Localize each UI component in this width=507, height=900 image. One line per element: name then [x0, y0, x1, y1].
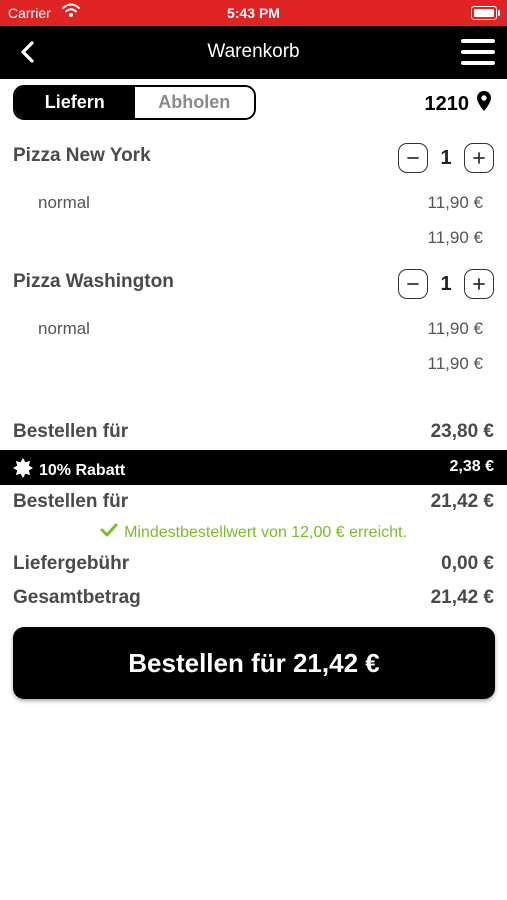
quantity-stepper: 1	[398, 143, 494, 173]
after-discount-value: 21,42 €	[430, 491, 494, 512]
page-title: Warenkorb	[207, 41, 300, 62]
place-order-button[interactable]: Bestellen für 21,42 €	[13, 627, 495, 699]
after-discount-label: Bestellen für	[13, 491, 129, 512]
zip-code: 1210	[424, 92, 470, 115]
location-selector[interactable]: 1210	[424, 91, 491, 117]
item-unit-price: 11,90 €	[427, 319, 483, 338]
subtotal-label: Bestellen für	[13, 421, 129, 442]
increase-quantity-button[interactable]	[464, 269, 494, 299]
min-order-text: Mindestbestellwert von 12,00 € erreicht.	[124, 523, 407, 541]
total-value: 21,42 €	[430, 587, 494, 608]
min-order-notice: Mindestbestellwert von 12,00 € erreicht.	[0, 523, 507, 542]
item-unit-price: 11,90 €	[427, 193, 483, 212]
nav-bar: Warenkorb	[0, 26, 507, 79]
status-time: 5:43 PM	[227, 5, 280, 21]
status-bar: Carrier 5:43 PM	[0, 0, 507, 26]
decrease-quantity-button[interactable]	[398, 269, 428, 299]
delivery-mode-toggle: Liefern Abholen	[13, 85, 256, 120]
discount-label-group: 10% Rabatt	[13, 458, 125, 483]
delivery-fee-value: 0,00 €	[441, 553, 494, 574]
cart-item-name: Pizza Washington	[13, 271, 174, 292]
after-discount-row: Bestellen für 21,42 €	[13, 491, 494, 513]
quantity-stepper: 1	[398, 269, 494, 299]
item-line-total: 11,90 €	[427, 354, 483, 373]
tab-abholen[interactable]: Abholen	[134, 87, 254, 118]
tab-liefern[interactable]: Liefern	[15, 87, 135, 118]
total-label: Gesamtbetrag	[13, 587, 141, 608]
subtotal-row: Bestellen für 23,80 €	[13, 421, 494, 443]
cart-item-name: Pizza New York	[13, 145, 151, 166]
quantity-value: 1	[440, 146, 452, 169]
quantity-value: 1	[440, 272, 452, 295]
item-line-total: 11,90 €	[427, 228, 483, 247]
location-pin-icon	[477, 91, 491, 117]
checkmark-icon	[100, 523, 118, 542]
delivery-fee-label: Liefergebühr	[13, 553, 130, 574]
decrease-quantity-button[interactable]	[398, 143, 428, 173]
subtotal-value: 23,80 €	[430, 421, 494, 442]
discount-label: 10% Rabatt	[39, 461, 126, 479]
delivery-fee-row: Liefergebühr 0,00 €	[13, 553, 494, 575]
total-row: Gesamtbetrag 21,42 €	[13, 587, 494, 609]
discount-value: 2,38 €	[449, 458, 494, 475]
increase-quantity-button[interactable]	[464, 143, 494, 173]
battery-icon	[471, 6, 500, 20]
discount-badge-icon	[13, 458, 33, 483]
hamburger-menu-icon[interactable]	[461, 39, 495, 65]
item-variant: normal	[38, 319, 90, 338]
item-variant: normal	[38, 193, 90, 212]
discount-bar: 10% Rabatt 2,38 €	[0, 450, 507, 485]
